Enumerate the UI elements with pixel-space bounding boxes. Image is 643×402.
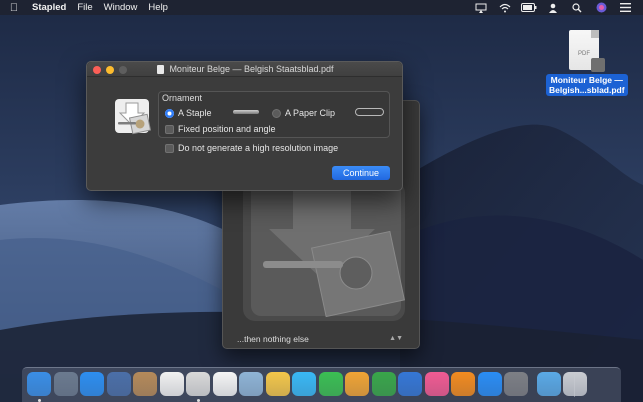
spotlight-icon[interactable] (565, 0, 589, 15)
desktop-file-label-line1: Moniteur Belge — (550, 75, 623, 85)
menu-file[interactable]: File (72, 0, 98, 15)
system-preferences-icon[interactable] (504, 372, 528, 396)
stapled-badge-icon (591, 58, 605, 72)
contacts-icon[interactable] (133, 372, 157, 396)
pdf-file-icon: PDF (569, 30, 605, 72)
ornament-popup[interactable]: ...then nothing else ▲▼ (237, 332, 403, 346)
stapled-app-icon[interactable] (186, 372, 210, 396)
launchpad-icon[interactable] (53, 372, 78, 396)
facetime-icon[interactable] (318, 372, 343, 396)
fixed-position-checkbox[interactable] (165, 124, 174, 134)
reminders-icon[interactable] (212, 372, 237, 396)
menu-help[interactable]: Help (143, 0, 174, 15)
paperclip-option[interactable]: A Paper Clip (272, 108, 335, 118)
paperclip-icon (355, 108, 384, 116)
apple-menu-icon[interactable]:  (0, 2, 28, 14)
messages-icon[interactable] (292, 372, 316, 396)
fixed-position-label: Fixed position and angle (178, 124, 276, 134)
fixed-position-option[interactable]: Fixed position and angle (165, 124, 276, 134)
numbers-icon[interactable] (371, 372, 396, 396)
staple-radio[interactable] (165, 108, 174, 118)
paperclip-option-label: A Paper Clip (285, 108, 336, 118)
user-icon[interactable] (541, 0, 565, 15)
pdf-tag: PDF (578, 51, 590, 57)
app-store-icon[interactable] (477, 372, 502, 396)
preview-icon[interactable] (239, 372, 263, 396)
itunes-icon[interactable] (424, 372, 449, 396)
menu-window[interactable]: Window (98, 0, 143, 15)
ornament-popup-value: ...then nothing else (237, 334, 309, 344)
finder-icon[interactable] (27, 372, 51, 396)
photos-icon[interactable] (265, 372, 290, 396)
menu-bar:  Stapled File Window Help (0, 0, 643, 15)
desktop:  Stapled File Window Help (0, 0, 643, 402)
no-high-res-option[interactable]: Do not generate a high resolution image (165, 143, 338, 153)
no-high-res-label: Do not generate a high resolution image (178, 143, 339, 153)
books-icon[interactable] (451, 372, 475, 396)
desktop-pdf-file[interactable]: PDF Moniteur Belge — Belgish...sblad.pdf (546, 30, 628, 96)
continue-button[interactable]: Continue (332, 166, 390, 180)
siri-icon[interactable] (589, 0, 613, 15)
stapled-app-icon (115, 99, 152, 135)
airplay-icon[interactable] (469, 0, 493, 15)
window-title: Moniteur Belge — Belgish Staatsblad.pdf (169, 64, 334, 74)
no-high-res-checkbox[interactable] (165, 143, 174, 153)
staple-option-label: A Staple (178, 108, 212, 118)
safari-icon[interactable] (80, 372, 104, 396)
dock (22, 367, 621, 402)
wifi-icon[interactable] (493, 0, 517, 15)
keynote-icon[interactable] (398, 372, 422, 396)
battery-icon[interactable] (517, 0, 541, 15)
staple-icon (233, 110, 259, 114)
desktop-file-label: Moniteur Belge — Belgish...sblad.pdf (546, 74, 628, 96)
calendar-icon[interactable] (159, 372, 184, 396)
ornament-label: Ornament (162, 93, 203, 103)
notification-center-icon[interactable] (613, 0, 637, 15)
downloads-folder-icon[interactable] (536, 372, 561, 396)
pages-icon[interactable] (345, 372, 369, 396)
title-bar[interactable]: Moniteur Belge — Belgish Staatsblad.pdf (87, 62, 402, 77)
menu-app-name[interactable]: Stapled (28, 0, 72, 15)
staple-option[interactable]: A Staple (165, 108, 212, 118)
stapled-dialog: Moniteur Belge — Belgish Staatsblad.pdf … (86, 61, 403, 191)
photo-slideshow-icon[interactable] (106, 372, 131, 396)
paperclip-radio[interactable] (272, 108, 281, 118)
page-fold (591, 30, 599, 38)
popup-arrows-icon: ▲▼ (389, 335, 403, 342)
trash-icon[interactable] (563, 372, 587, 396)
desktop-file-label-line2: Belgish...sblad.pdf (549, 85, 625, 95)
